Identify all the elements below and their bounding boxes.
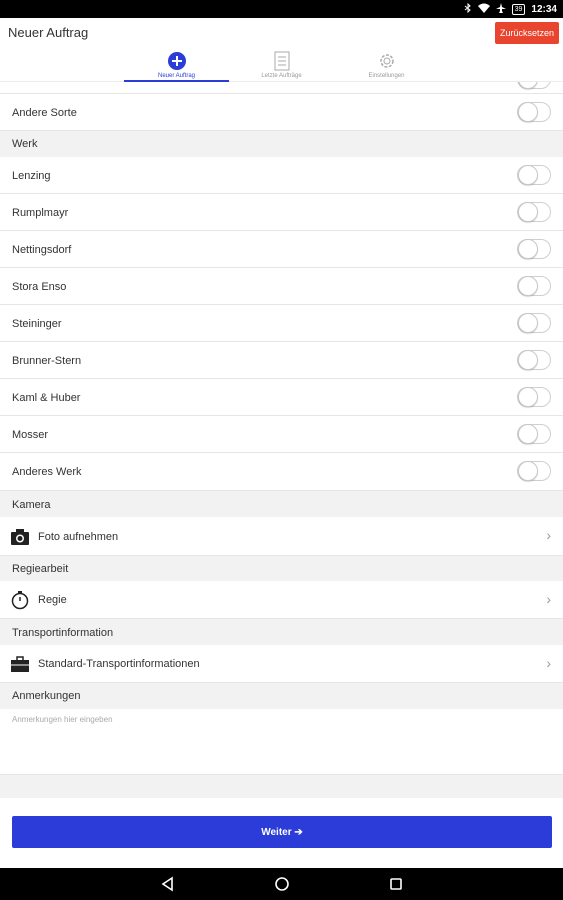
section-title: Werk — [12, 138, 38, 150]
list-item-werk: Steininger — [0, 305, 563, 342]
item-label: Andere Sorte — [12, 107, 77, 119]
bluetooth-icon — [464, 2, 472, 16]
stopwatch-icon — [11, 591, 29, 610]
back-icon[interactable] — [160, 876, 176, 892]
tab-label: Neuer Auftrag — [157, 73, 196, 79]
chevron-right-icon: › — [546, 527, 551, 543]
app-bar: Neuer Auftrag Zurücksetzen — [0, 18, 563, 48]
list-item-werk: Stora Enso — [0, 268, 563, 305]
list-item-werk: Anderes Werk — [0, 453, 563, 491]
section-title: Kamera — [12, 499, 51, 511]
toggle-switch[interactable] — [517, 387, 551, 407]
item-label: Foto aufnehmen — [38, 531, 119, 543]
airplane-icon — [495, 2, 506, 16]
item-label: Anderes Werk — [12, 466, 82, 478]
next-button[interactable]: Weiter ➔ — [12, 816, 552, 848]
page-title: Neuer Auftrag — [8, 25, 89, 40]
recents-icon[interactable] — [388, 876, 404, 892]
briefcase-icon — [11, 656, 29, 672]
toggle-switch[interactable] — [517, 165, 551, 185]
section-title: Regiearbeit — [12, 563, 69, 575]
item-label: Standard-Transportinformationen — [38, 658, 200, 670]
section-regiearbeit: Regiearbeit — [0, 556, 563, 581]
list-item-werk: Mosser — [0, 416, 563, 453]
status-time: 12:34 — [531, 3, 557, 15]
system-nav-bar — [0, 868, 563, 900]
footer: Weiter ➔ — [0, 798, 563, 868]
toggle-switch[interactable] — [517, 424, 551, 444]
toggle-switch[interactable] — [517, 276, 551, 296]
wifi-icon — [477, 3, 490, 16]
toggle-switch[interactable] — [517, 350, 551, 370]
tab-bar: Neuer Auftrag Letzte Aufträge Einstellun… — [0, 48, 563, 82]
item-label: Stora Enso — [12, 281, 67, 293]
form-content[interactable]: Andere Sorte Werk Lenzing Rumplmayr Nett… — [0, 82, 563, 798]
toggle-switch[interactable] — [517, 82, 551, 89]
section-kamera: Kamera — [0, 491, 563, 517]
tab-recent-orders[interactable]: Letzte Aufträge — [229, 48, 334, 82]
list-item-werk: Lenzing — [0, 157, 563, 194]
notes-placeholder: Anmerkungen hier eingeben — [12, 715, 113, 724]
status-bar: 39 12:34 — [0, 0, 563, 18]
item-label: Mosser — [12, 429, 49, 441]
toggle-switch[interactable] — [517, 313, 551, 333]
list-item-werk: Kaml & Huber — [0, 379, 563, 416]
list-item-werk: Nettingsdorf — [0, 231, 563, 268]
reset-button[interactable]: Zurücksetzen — [494, 22, 559, 44]
tab-label: Letzte Aufträge — [261, 73, 302, 79]
item-label: Kaml & Huber — [12, 392, 81, 404]
take-photo-row[interactable]: Foto aufnehmen › — [0, 517, 563, 556]
toggle-switch[interactable] — [517, 239, 551, 259]
section-werk: Werk — [0, 131, 563, 157]
notes-input[interactable]: Anmerkungen hier eingeben — [0, 709, 563, 775]
section-transport: Transportinformation — [0, 619, 563, 645]
toggle-switch[interactable] — [517, 202, 551, 222]
item-label: Regie — [38, 594, 67, 606]
regie-row[interactable]: Regie › — [0, 581, 563, 619]
item-label: Rumplmayr — [12, 207, 69, 219]
section-title: Transportinformation — [12, 627, 114, 639]
tab-label: Einstellungen — [368, 73, 405, 79]
item-label: Brunner-Stern — [12, 355, 82, 367]
list-item-werk: Brunner-Stern — [0, 342, 563, 379]
chevron-right-icon: › — [546, 655, 551, 671]
toggle-switch[interactable] — [517, 461, 551, 481]
chevron-right-icon: › — [546, 591, 551, 607]
list-icon — [274, 51, 289, 71]
tab-settings[interactable]: Einstellungen — [334, 48, 439, 82]
gear-icon — [379, 54, 394, 68]
plus-circle-icon — [167, 52, 186, 70]
item-label: Nettingsdorf — [12, 244, 72, 256]
list-item-andere-sorte: Andere Sorte — [0, 94, 563, 131]
section-title: Anmerkungen — [12, 690, 81, 702]
transport-info-row[interactable]: Standard-Transportinformationen › — [0, 645, 563, 683]
list-item-partial — [0, 82, 563, 94]
tab-new-order[interactable]: Neuer Auftrag — [124, 48, 229, 82]
toggle-andere-sorte[interactable] — [517, 102, 551, 122]
section-anmerkungen: Anmerkungen — [0, 683, 563, 709]
battery-indicator: 39 — [511, 3, 526, 15]
item-label: Lenzing — [12, 170, 51, 182]
home-icon[interactable] — [274, 876, 290, 892]
camera-icon — [11, 529, 29, 545]
list-item-werk: Rumplmayr — [0, 194, 563, 231]
item-label: Steininger — [12, 318, 62, 330]
